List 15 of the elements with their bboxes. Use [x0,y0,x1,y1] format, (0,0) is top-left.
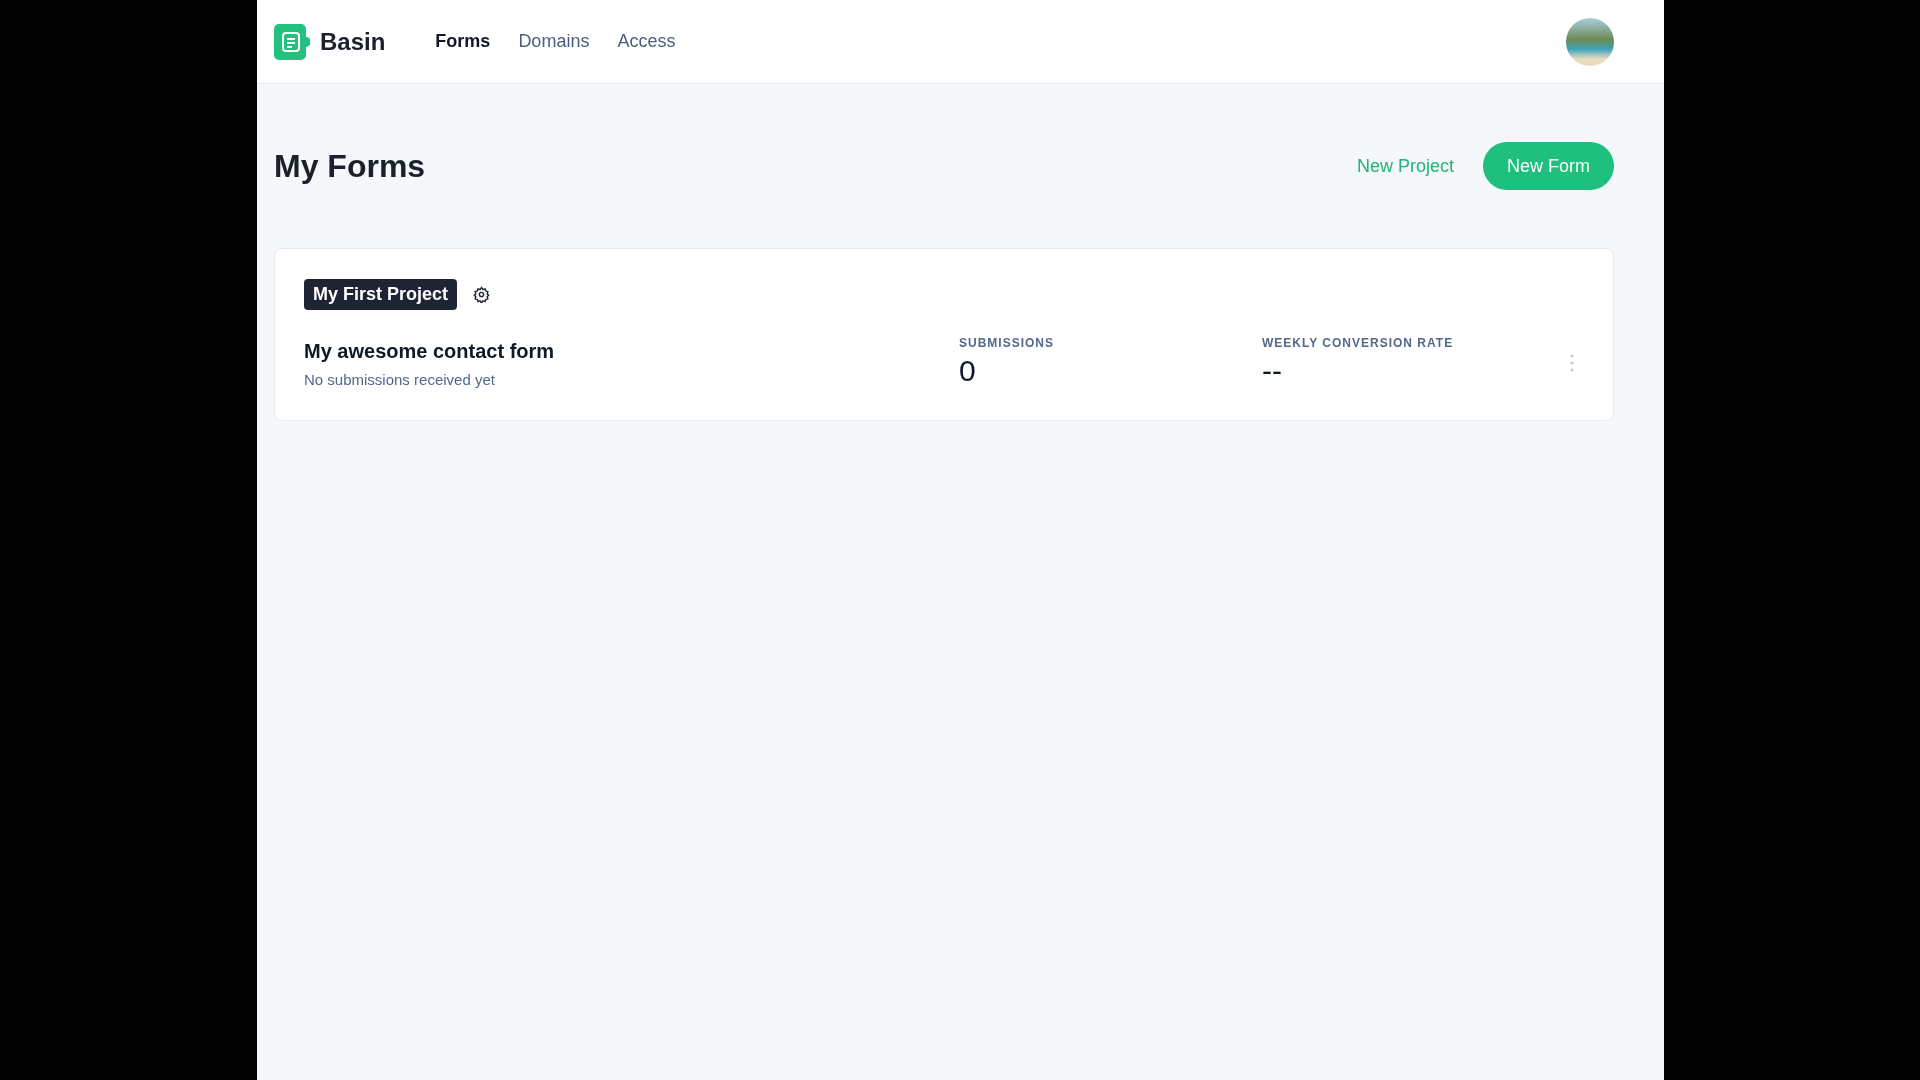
stat-label: SUBMISSIONS [959,336,1055,350]
stat-value: 0 [959,354,977,388]
settings-icon[interactable] [473,286,491,303]
nav-tab[interactable]: Access [617,27,676,56]
logo-icon [274,23,310,60]
nav-tab[interactable]: Domains [518,27,590,56]
stat-value: -- [1262,354,1283,388]
stat-label: WEEKLY CONVERSION RATE [1262,336,1455,350]
form-status: No submissions received yet [304,371,496,388]
brand-name: Basin [320,27,386,56]
nav-tab[interactable]: Forms [435,27,491,56]
project-name-badge[interactable]: My First Project [304,279,458,310]
avatar[interactable] [1566,17,1614,66]
form-name[interactable]: My awesome contact form [304,340,959,363]
page-title: My Forms [274,147,427,185]
